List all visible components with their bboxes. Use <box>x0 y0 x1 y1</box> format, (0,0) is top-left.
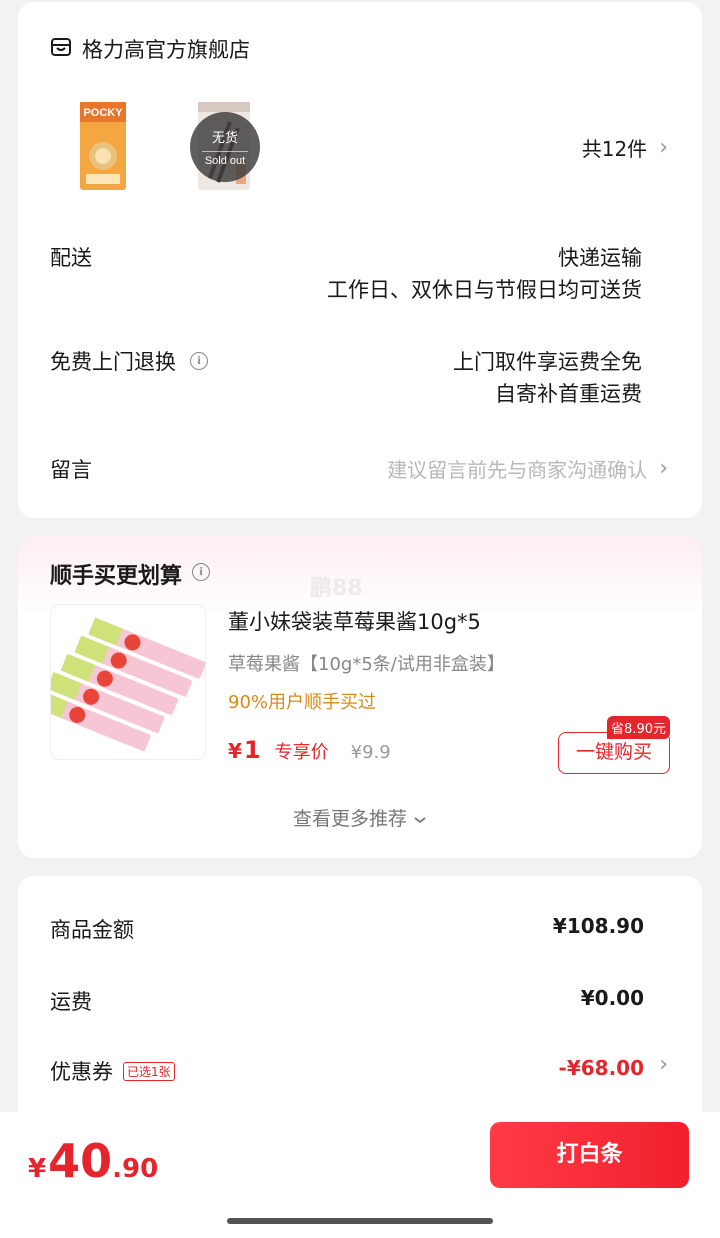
recommend-title: 顺手买更划算 <box>50 564 183 589</box>
total-decimal: .90 <box>112 1154 159 1184</box>
home-indicator[interactable] <box>227 1218 493 1224</box>
info-icon[interactable]: i <box>190 352 208 370</box>
chevron-right-icon[interactable]: › <box>659 1052 668 1077</box>
recommend-title-row: 顺手买更划算 i <box>50 558 211 590</box>
svg-text:POCKY: POCKY <box>83 107 123 119</box>
recommend-card: 顺手买更划算 i 鹏88 董小妹袋装草莓果酱10g*5 草莓果酱【10g*5条/试… <box>18 536 702 858</box>
goods-amount-label: 商品金额 <box>50 918 134 942</box>
chevron-down-icon <box>413 808 427 830</box>
message-placeholder: 建议留言前先与商家沟通确认 <box>387 458 648 482</box>
return-row-label: 免费上门退换 i <box>50 346 208 376</box>
shipping-value: ¥0.00 <box>580 986 644 1010</box>
save-badge: 省8.90元 <box>607 716 670 739</box>
info-icon[interactable]: i <box>192 563 211 581</box>
recommend-product-image[interactable] <box>50 604 206 760</box>
soldout-divider <box>202 151 248 152</box>
recommend-product-spec: 草莓果酱【10g*5条/试用非盒装】 <box>228 654 505 675</box>
chevron-right-icon: › <box>659 135 668 160</box>
delivery-method: 快递运输 <box>558 246 642 270</box>
total-price: ¥ 40 .90 <box>28 1134 158 1188</box>
total-integer: 40 <box>48 1134 113 1188</box>
recommend-product-name[interactable]: 董小妹袋装草莓果酱10g*5 <box>228 606 481 636</box>
store-icon <box>50 36 72 62</box>
delivery-note: 工作日、双休日与节假日均可送货 <box>327 278 642 302</box>
recommend-product-hot: 90%用户顺手买过 <box>228 692 377 713</box>
shop-card: 格力高官方旗舰店 POCKY 无货 Sold out 共12件 › 配送 快递运… <box>18 2 702 518</box>
goods-amount-value: ¥108.90 <box>552 914 644 938</box>
more-recommend-label: 查看更多推荐 <box>292 808 407 830</box>
return-value-1: 上门取件享运费全免 <box>453 350 642 374</box>
recommend-price-row: ¥ 1 专享价 ¥9.9 <box>228 736 391 764</box>
store-header[interactable]: 格力高官方旗舰店 <box>50 34 250 64</box>
chevron-right-icon: › <box>659 456 668 481</box>
return-info: 上门取件享运费全免 自寄补首重运费 <box>453 346 642 410</box>
checkout-bar: ¥ 40 .90 打白条 <box>0 1112 720 1238</box>
coupon-row-label[interactable]: 优惠券 已选1张 <box>50 1056 175 1086</box>
price-symbol: ¥ <box>228 739 242 763</box>
product-thumbnail[interactable]: POCKY <box>62 98 142 198</box>
item-count: 共12件 <box>581 137 648 161</box>
delivery-label: 配送 <box>50 246 92 270</box>
return-label: 免费上门退换 <box>50 350 176 374</box>
summary-card: 商品金额 ¥108.90 运费 ¥0.00 优惠券 已选1张 -¥68.00 › <box>18 876 702 1136</box>
soldout-overlay: 无货 Sold out <box>190 112 260 182</box>
store-name: 格力高官方旗舰店 <box>82 38 250 62</box>
pay-button[interactable]: 打白条 <box>490 1122 689 1188</box>
item-count-link[interactable]: 共12件 › <box>582 133 668 162</box>
more-recommend-link[interactable]: 查看更多推荐 <box>18 804 702 831</box>
delivery-info[interactable]: 快递运输 工作日、双休日与节假日均可送货 <box>327 242 642 306</box>
old-price: ¥9.9 <box>350 742 391 763</box>
soldout-en: Sold out <box>204 155 246 167</box>
watermark: 鹏88 <box>310 576 363 601</box>
price-tag: 专享价 <box>274 742 329 763</box>
message-label: 留言 <box>50 458 92 482</box>
coupon-label: 优惠券 <box>50 1060 113 1084</box>
coupon-badge: 已选1张 <box>123 1061 175 1081</box>
return-value-2: 自寄补首重运费 <box>495 382 642 406</box>
soldout-cn: 无货 <box>211 131 238 146</box>
coupon-value[interactable]: -¥68.00 <box>559 1056 644 1080</box>
total-symbol: ¥ <box>28 1154 47 1184</box>
shipping-label: 运费 <box>50 990 92 1014</box>
message-input[interactable]: 建议留言前先与商家沟通确认 › <box>387 454 668 483</box>
price-value: 1 <box>243 736 261 764</box>
